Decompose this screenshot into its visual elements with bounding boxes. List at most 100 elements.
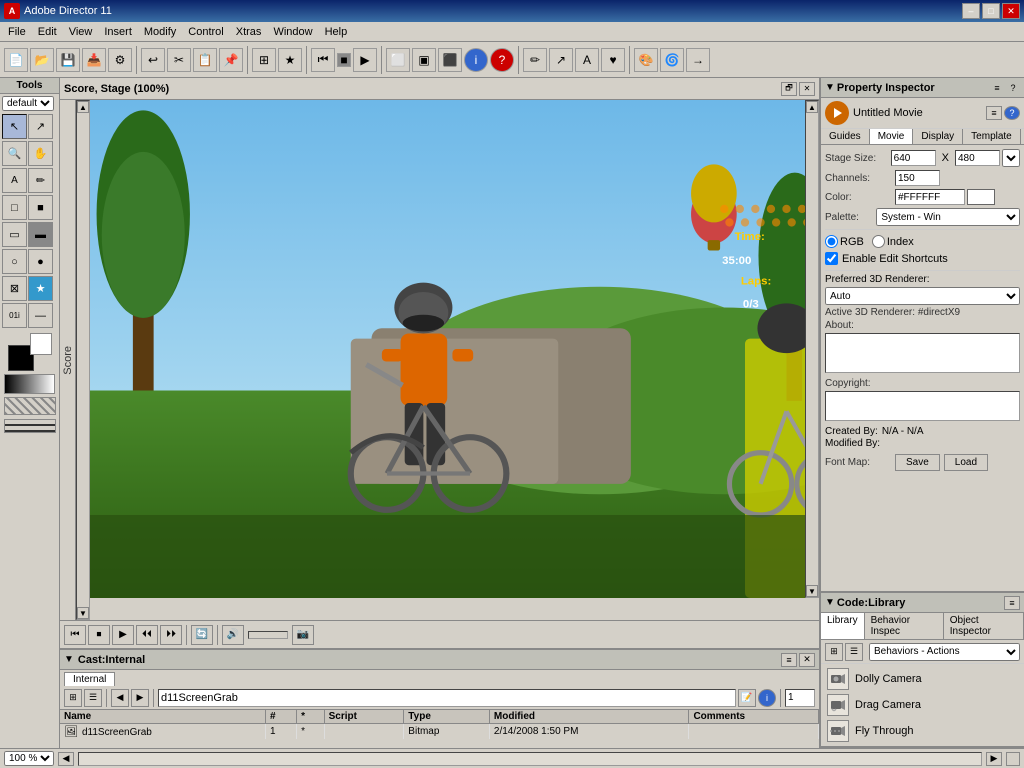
menu-control[interactable]: Control (182, 24, 229, 40)
line-style-swatch[interactable] (4, 419, 56, 433)
cast-back-btn[interactable]: ◀ (111, 689, 129, 707)
lib-list-icon[interactable]: ☰ (845, 643, 863, 661)
volume-btn[interactable]: 🔊 (222, 625, 244, 645)
menu-view[interactable]: View (63, 24, 99, 40)
cast-close-icon[interactable]: ✕ (799, 653, 815, 667)
pi-collapse-icon[interactable]: ▼ (825, 82, 835, 93)
scroll-up-btn[interactable]: ▲ (77, 101, 89, 113)
color-input[interactable] (895, 189, 965, 205)
tools-dropdown[interactable]: default (0, 94, 59, 113)
menu-window[interactable]: Window (267, 24, 318, 40)
scroll-right[interactable]: ▲ ▼ (805, 100, 819, 598)
star-icon[interactable]: ★ (278, 48, 302, 72)
copyright-textarea[interactable] (825, 391, 1020, 421)
rgb-radio[interactable] (825, 235, 838, 248)
cut-icon[interactable]: ✂ (167, 48, 191, 72)
arc-icon[interactable]: ↗ (549, 48, 573, 72)
play-btn[interactable]: ▶ (112, 625, 134, 645)
cast-name-input[interactable] (158, 689, 736, 707)
pi-help-btn[interactable]: ? (1004, 106, 1020, 120)
lib-tab-library[interactable]: Library (821, 613, 865, 639)
scroll-up-right-btn[interactable]: ▲ (806, 101, 818, 113)
maximize-button[interactable]: □ (982, 3, 1000, 19)
paste-icon[interactable]: 📌 (219, 48, 243, 72)
palette-select[interactable]: System - Win (876, 208, 1020, 226)
pi-tab-template[interactable]: Template (963, 129, 1021, 144)
pi-tab-movie[interactable]: Movie (870, 129, 914, 144)
index-radio[interactable] (872, 235, 885, 248)
fill-round-rect-tool[interactable]: ▬ (28, 222, 53, 247)
button-tool[interactable]: 01i (2, 303, 27, 328)
channels-input[interactable] (895, 170, 940, 186)
go-to-start-btn[interactable]: ⏮ (64, 625, 86, 645)
renderer-select[interactable]: Auto #directX9 OpenGL (825, 287, 1020, 305)
enable-edit-checkbox[interactable] (825, 252, 838, 265)
morph-icon[interactable]: 🌀 (660, 48, 684, 72)
text-icon[interactable]: A (575, 48, 599, 72)
menu-insert[interactable]: Insert (98, 24, 138, 40)
fill-ellipse-tool[interactable]: ● (28, 249, 53, 274)
step-fwd-btn[interactable]: ⏵⏵ (160, 625, 182, 645)
close-button[interactable]: ✕ (1002, 3, 1020, 19)
hand-tool[interactable]: ✋ (28, 141, 53, 166)
minimize-button[interactable]: – (962, 3, 980, 19)
shape-tool[interactable]: ★ (28, 276, 53, 301)
lib-tab-object[interactable]: Object Inspector (944, 613, 1024, 639)
index-radio-label[interactable]: Index (872, 235, 914, 248)
screenshot-btn[interactable]: 📷 (292, 625, 314, 645)
about-textarea[interactable] (825, 333, 1020, 373)
ellipse-tool[interactable]: ○ (2, 249, 27, 274)
cast-grid-icon[interactable]: ☰ (84, 689, 102, 707)
arrow-tool[interactable]: ↖ (2, 114, 27, 139)
rect-tool[interactable]: □ (2, 195, 27, 220)
pencil-icon[interactable]: ✏ (523, 48, 547, 72)
save-btn[interactable]: Save (895, 454, 940, 471)
cast-fwd-btn[interactable]: ▶ (131, 689, 149, 707)
stage-size-dropdown[interactable]: ▼ (1002, 149, 1020, 167)
window-md-icon[interactable]: ▣ (412, 48, 436, 72)
menu-xtras[interactable]: Xtras (230, 24, 268, 40)
fill-rect-tool[interactable]: ■ (28, 195, 53, 220)
window-lg-icon[interactable]: ⬛ (438, 48, 462, 72)
pi-help-icon[interactable]: ? (1006, 81, 1020, 95)
pi-menu-icon[interactable]: ≡ (990, 81, 1004, 95)
lib-collapse-icon[interactable]: ▼ (825, 597, 835, 608)
stop-btn[interactable]: ⏹ (88, 625, 110, 645)
info-icon[interactable]: i (464, 48, 488, 72)
zoom-tool[interactable]: 🔍 (2, 141, 27, 166)
rotate-tool[interactable]: ↗ (28, 114, 53, 139)
pencil-tool[interactable]: ✏ (28, 168, 53, 193)
cast-tab-internal[interactable]: Internal (64, 672, 115, 686)
cast-row[interactable]: 🖼d11ScreenGrab 1 * Bitmap 2/14/2008 1:50… (60, 724, 819, 740)
step-back-btn[interactable]: ⏴⏴ (136, 625, 158, 645)
loop-btn[interactable]: 🔄 (191, 625, 213, 645)
menu-modify[interactable]: Modify (138, 24, 182, 40)
scroll-down-right-btn[interactable]: ▼ (806, 585, 818, 597)
text-tool[interactable]: A (2, 168, 27, 193)
lib-category-select[interactable]: Behaviors - Actions (869, 643, 1020, 661)
pattern-swatch[interactable] (4, 397, 56, 415)
rewind-icon[interactable]: ⏮ (311, 48, 335, 72)
background-color[interactable] (30, 333, 52, 355)
save-icon[interactable]: 💾 (56, 48, 80, 72)
lib-item-fly[interactable]: Fly Through (823, 718, 1022, 744)
stage-close-btn[interactable]: ✕ (799, 82, 815, 96)
scroll-down-btn[interactable]: ▼ (77, 607, 89, 619)
window-sm-icon[interactable]: ⬜ (386, 48, 410, 72)
stage-restore-btn[interactable]: 🗗 (781, 82, 797, 96)
new-icon[interactable]: 📄 (4, 48, 28, 72)
prefs-icon[interactable]: ⚙ (108, 48, 132, 72)
cast-script-icon[interactable]: 📝 (738, 689, 756, 707)
cast-info-icon[interactable]: i (758, 689, 776, 707)
stage-width-input[interactable] (891, 150, 936, 166)
tools-select[interactable]: default (2, 96, 54, 111)
pi-list-icon[interactable]: ≡ (986, 106, 1002, 120)
lib-tab-behavior[interactable]: Behavior Inspec (865, 613, 944, 639)
load-btn[interactable]: Load (944, 454, 988, 471)
cast-menu-icon[interactable]: ≡ (781, 653, 797, 667)
cast-number-input[interactable] (785, 689, 815, 707)
volume-slider[interactable] (248, 631, 288, 639)
menu-help[interactable]: Help (319, 24, 354, 40)
heart-icon[interactable]: ♥ (601, 48, 625, 72)
pi-tab-display[interactable]: Display (913, 129, 963, 144)
